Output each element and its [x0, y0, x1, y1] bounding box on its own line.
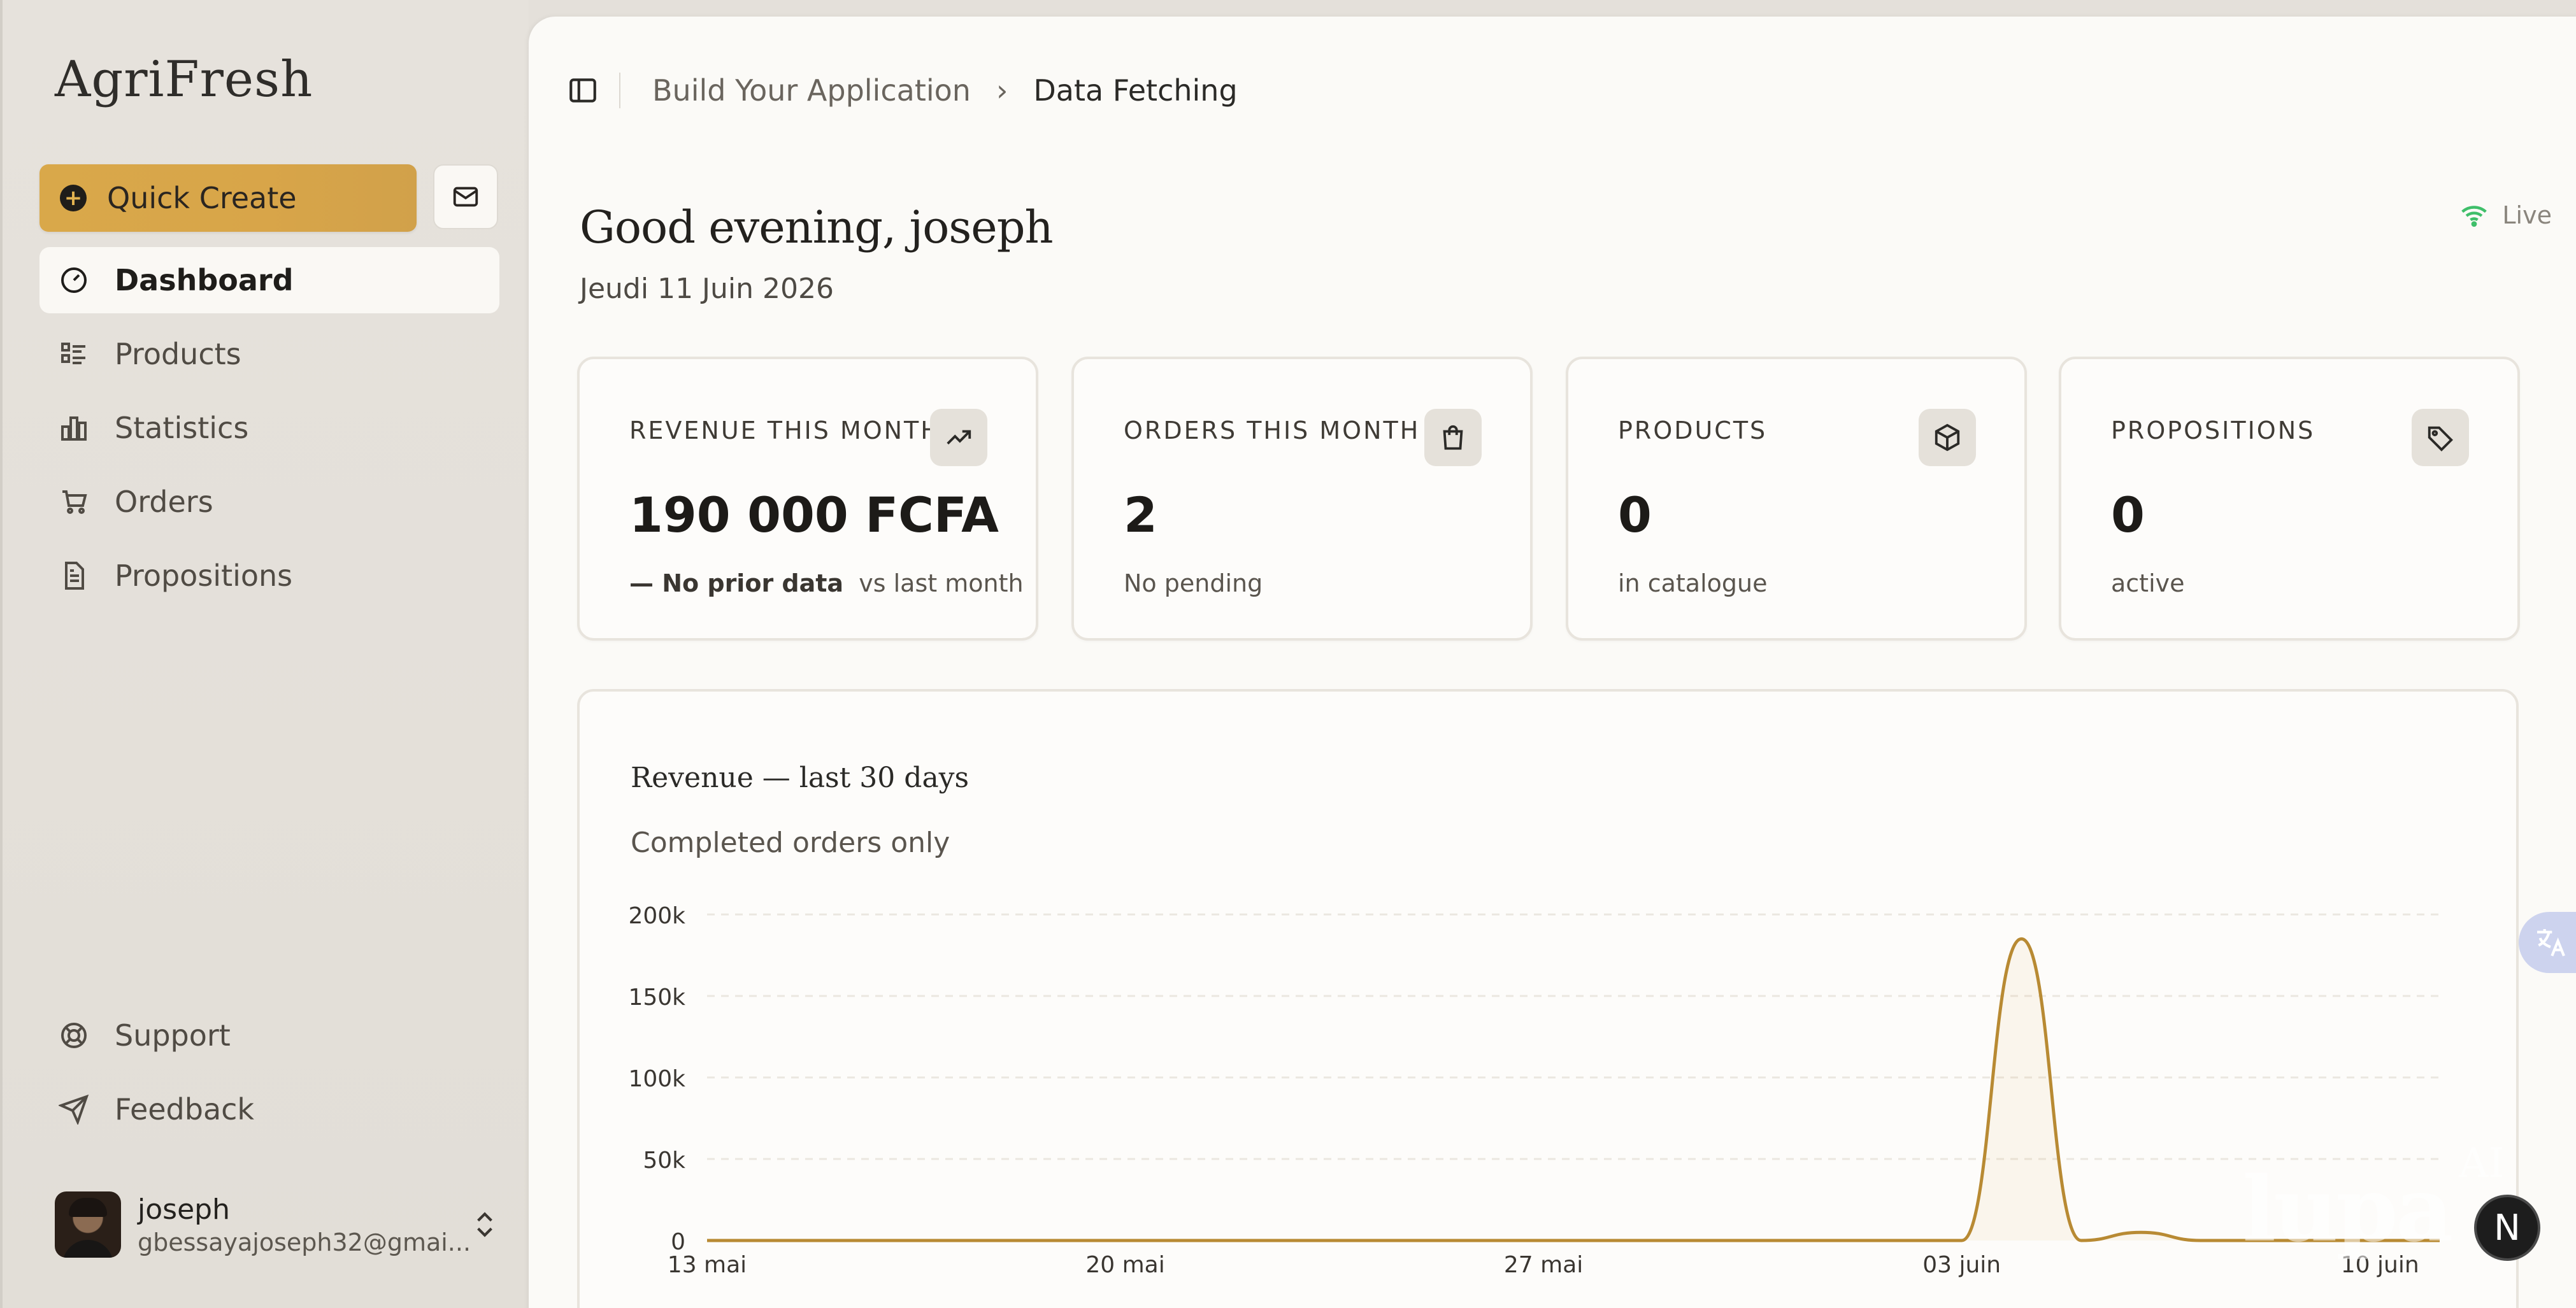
- revenue-area: [707, 939, 2440, 1240]
- revenue-line: [707, 937, 2440, 1242]
- x-tick-label: 20 mai: [1085, 1252, 1164, 1278]
- page-title: Good evening, joseph: [580, 201, 1054, 253]
- sidebar-item-label: Statistics: [115, 411, 249, 445]
- inbox-button[interactable]: [433, 164, 498, 229]
- kpi-subtext: active: [2111, 569, 2185, 597]
- plus-circle-icon: +: [60, 185, 87, 211]
- kpi-value: 0: [1618, 487, 1652, 543]
- send-icon: [59, 1094, 89, 1125]
- mail-icon: [453, 187, 478, 207]
- chevron-up-down-icon: [477, 1212, 492, 1237]
- kpi-card-propositions: PROPOSITIONS 0 active: [2059, 357, 2520, 641]
- topbar: Build Your Application › Data Fetching: [567, 65, 1238, 116]
- sidebar-item-label: Support: [115, 1018, 231, 1053]
- x-tick-label: 27 mai: [1504, 1252, 1583, 1278]
- document-icon: [59, 560, 89, 591]
- shopping-bag-icon: [1424, 409, 1482, 466]
- kpi-card-revenue: REVENUE THIS MONTH 190 000 FCFA — No pri…: [577, 357, 1038, 641]
- translate-icon: [2537, 929, 2565, 956]
- cart-icon: [59, 487, 89, 517]
- app-window: AgriFresh + Quick Create Dashboard Produ…: [0, 0, 2576, 1308]
- sidebar-item-orders[interactable]: Orders: [39, 469, 499, 535]
- live-status-label: Live: [2502, 201, 2552, 229]
- gauge-icon: [59, 265, 89, 295]
- avatar: [55, 1191, 121, 1258]
- live-status: Live: [2460, 201, 2552, 229]
- translate-button[interactable]: [2519, 912, 2576, 973]
- kpi-delta: — No prior data: [629, 569, 844, 597]
- user-menu[interactable]: joseph gbessayajoseph32@gmai...: [55, 1190, 501, 1260]
- kpi-subtext: — No prior data vs last month: [629, 569, 1024, 597]
- next-badge-button[interactable]: N: [2474, 1195, 2540, 1261]
- tag-icon: [2412, 409, 2469, 466]
- sidebar-toggle-icon[interactable]: [567, 75, 599, 106]
- kpi-value: 2: [1124, 487, 1157, 543]
- wifi-icon: [2461, 206, 2487, 227]
- sidebar-item-feedback[interactable]: Feedback: [39, 1076, 499, 1142]
- sidebar: AgriFresh + Quick Create Dashboard Produ…: [0, 0, 529, 1308]
- user-name: joseph: [138, 1193, 230, 1226]
- revenue-chart-card: Revenue — last 30 days Completed orders …: [577, 689, 2519, 1308]
- kpi-subtext: in catalogue: [1618, 569, 1768, 597]
- sidebar-item-label: Feedback: [115, 1092, 255, 1127]
- kpi-label: ORDERS THIS MONTH: [1124, 416, 1420, 444]
- kpi-label: REVENUE THIS MONTH: [629, 416, 941, 444]
- sidebar-item-label: Propositions: [115, 558, 293, 593]
- sidebar-secondary-nav: Support Feedback: [39, 1002, 499, 1150]
- sidebar-nav: Dashboard Products Statistics Orders Pro…: [39, 247, 499, 616]
- chevron-right-icon: ›: [996, 73, 1008, 108]
- lifebuoy-icon: [59, 1020, 89, 1051]
- sidebar-item-dashboard[interactable]: Dashboard: [39, 247, 499, 313]
- kpi-comparison: vs last month: [859, 569, 1024, 597]
- trending-up-icon: [930, 409, 987, 466]
- kpi-cards: REVENUE THIS MONTH 190 000 FCFA — No pri…: [577, 357, 2520, 641]
- sidebar-item-label: Products: [115, 337, 241, 371]
- sidebar-item-label: Dashboard: [115, 263, 294, 297]
- kpi-value: 190 000 FCFA: [629, 487, 999, 543]
- y-tick-label: 50k: [643, 1148, 685, 1174]
- kpi-value: 0: [2111, 487, 2145, 543]
- y-tick-label: 100k: [628, 1066, 685, 1092]
- sidebar-item-products[interactable]: Products: [39, 321, 499, 387]
- sidebar-item-label: Orders: [115, 485, 213, 519]
- breadcrumb-parent[interactable]: Build Your Application: [652, 73, 971, 108]
- x-tick-label: 03 juin: [1922, 1252, 2001, 1278]
- y-tick-label: 150k: [628, 985, 685, 1011]
- package-icon: [1919, 409, 1976, 466]
- y-tick-label: 0: [671, 1229, 685, 1255]
- kpi-card-orders: ORDERS THIS MONTH 2 No pending: [1071, 357, 1533, 641]
- kpi-card-products: PRODUCTS 0 in catalogue: [1566, 357, 2027, 641]
- list-icon: [59, 339, 89, 369]
- watermark-ai: AI: [2459, 1140, 2505, 1187]
- kpi-subtext: No pending: [1124, 569, 1263, 597]
- sidebar-item-support[interactable]: Support: [39, 1002, 499, 1069]
- kpi-label: PROPOSITIONS: [2111, 416, 2315, 444]
- sidebar-item-propositions[interactable]: Propositions: [39, 543, 499, 609]
- quick-create-label: Quick Create: [107, 181, 297, 215]
- kpi-label: PRODUCTS: [1618, 416, 1768, 444]
- bar-chart-icon: [59, 413, 89, 443]
- revenue-chart: 0 50k 100k 150k 200k 13 mai 20 mai 27 mai 03 jui…: [628, 903, 2440, 1278]
- current-date: Jeudi 11 Juin 2026: [580, 273, 834, 305]
- watermark-logo: lupa: [2242, 1158, 2454, 1262]
- x-tick-label: 13 mai: [668, 1252, 747, 1278]
- brand-logo: AgriFresh: [55, 51, 313, 108]
- user-email: gbessayajoseph32@gmai...: [138, 1228, 471, 1256]
- sidebar-item-statistics[interactable]: Statistics: [39, 395, 499, 461]
- breadcrumb-current: Data Fetching: [1033, 73, 1238, 108]
- quick-create-button[interactable]: + Quick Create: [39, 164, 417, 232]
- y-tick-label: 200k: [628, 903, 685, 929]
- divider: [619, 73, 620, 108]
- main-content: Build Your Application › Data Fetching G…: [529, 17, 2576, 1308]
